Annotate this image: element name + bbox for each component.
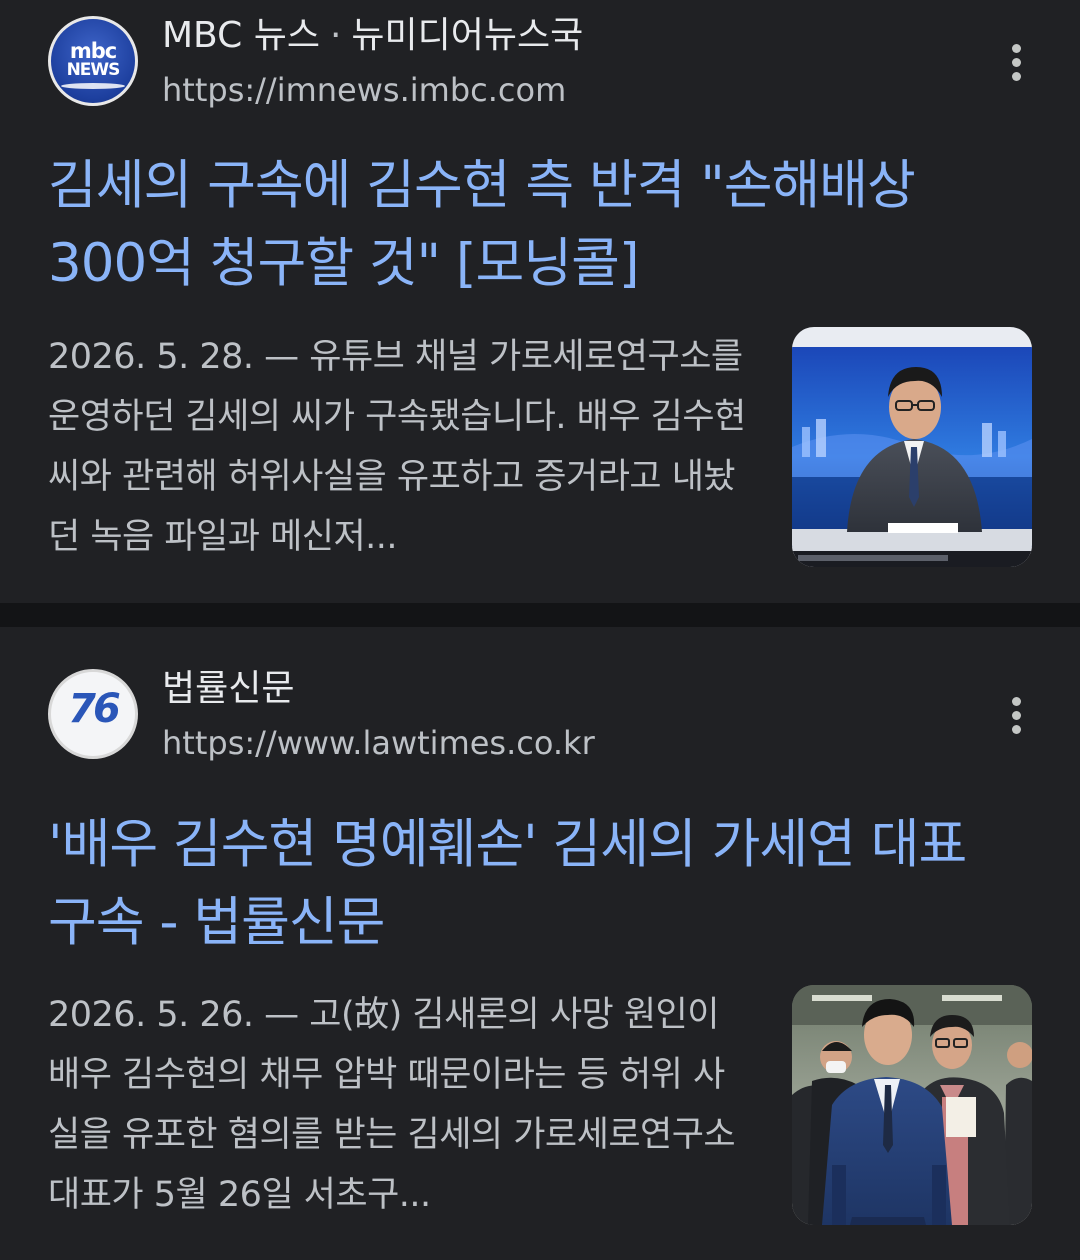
more-vert-icon[interactable]	[992, 38, 1040, 86]
source-text: 법률신문 https://www.lawtimes.co.kr	[162, 665, 595, 767]
logo-text-76: 76	[68, 686, 121, 732]
result-headline[interactable]: 김세의 구속에 김수현 측 반격 "손해배상 300억 청구할 것" [모닝콜]	[48, 147, 1020, 303]
more-dot	[1011, 710, 1021, 720]
more-dot	[1011, 43, 1021, 53]
result-snippet: 2026. 5. 28. — 유튜브 채널 가로세로연구소를 운영하던 김세의 …	[48, 337, 746, 557]
source-section: 뉴미디어뉴스국	[351, 15, 584, 56]
result-snippet: 2026. 5. 26. — 고(故) 김새론의 사망 원인이 배우 김수현의 …	[48, 995, 736, 1215]
more-dot	[1011, 696, 1021, 706]
result-thumbnail-court-arrival[interactable]	[792, 985, 1032, 1225]
source-url: https://www.lawtimes.co.kr	[162, 724, 595, 762]
source-name-text: MBC 뉴스	[162, 15, 320, 56]
result-divider	[0, 603, 1080, 627]
result-headline[interactable]: '배우 김수현 명예훼손' 김세의 가세연 대표 구속 - 법률신문	[48, 806, 1020, 962]
search-result-1[interactable]: mbc NEWS MBC 뉴스 · 뉴미디어뉴스국 https://imnews.i…	[0, 0, 1080, 603]
result-thumbnail-news-anchor[interactable]	[792, 327, 1032, 567]
source-url: https://imnews.imbc.com	[162, 71, 567, 109]
more-dot	[1011, 724, 1021, 734]
logo-text-news: NEWS	[66, 60, 121, 80]
source-name: MBC 뉴스 · 뉴미디어뉴스국	[162, 12, 583, 60]
source-name: 법률신문	[162, 668, 295, 709]
result-source-row[interactable]: 76 법률신문 https://www.lawtimes.co.kr	[48, 665, 1040, 765]
more-dot	[1011, 57, 1021, 67]
source-text: MBC 뉴스 · 뉴미디어뉴스국 https://imnews.imbc.com	[162, 12, 583, 114]
source-separator: ·	[329, 15, 342, 56]
more-vert-icon[interactable]	[992, 691, 1040, 739]
logo-swoosh	[61, 83, 125, 89]
more-dot	[1011, 71, 1021, 81]
lawtimes-logo: 76	[48, 669, 138, 759]
mbc-news-logo: mbc NEWS	[48, 16, 138, 106]
result-source-row[interactable]: mbc NEWS MBC 뉴스 · 뉴미디어뉴스국 https://imnews.i…	[48, 12, 1040, 112]
